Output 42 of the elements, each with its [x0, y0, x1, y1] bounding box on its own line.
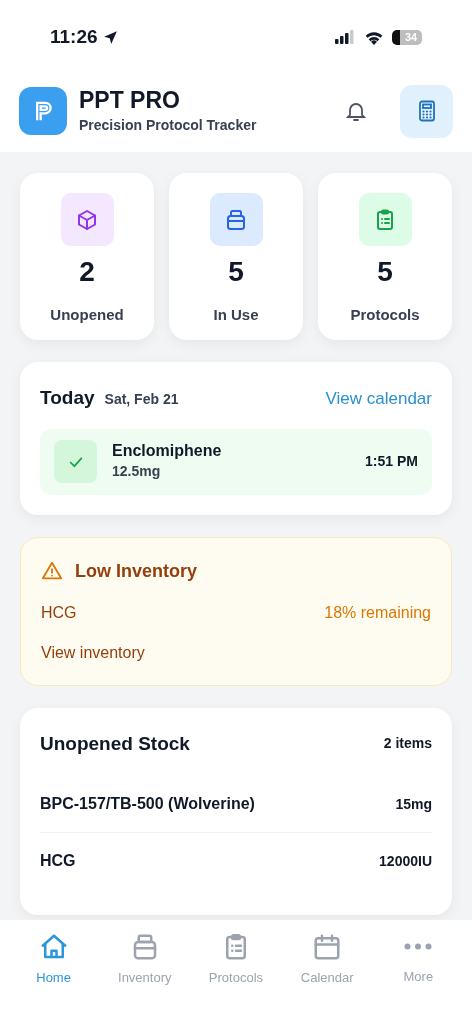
calculator-button[interactable] [400, 84, 453, 138]
stat-card[interactable]: 5 Protocols [318, 173, 452, 340]
stock-amount: 12000IU [379, 851, 432, 871]
stat-label: In Use [213, 305, 259, 325]
stock-name: HCG [40, 851, 76, 871]
stat-value: 2 [79, 258, 95, 286]
calendar-icon [312, 932, 343, 962]
taken-checkbox[interactable] [54, 440, 97, 483]
remaining-text: 18% remaining [324, 602, 431, 623]
cube-icon [75, 207, 99, 232]
wifi-icon [364, 29, 384, 45]
dose-name: Enclomiphene [112, 441, 222, 461]
jar-icon [224, 207, 248, 232]
stock-name: BPC-157/TB-500 (Wolverine) [40, 794, 255, 814]
app-title: PPT PRO [79, 86, 181, 115]
app-logo [19, 87, 67, 135]
stat-value: 5 [377, 258, 393, 286]
app-subtitle: Precision Protocol Tracker [79, 115, 258, 135]
stat-value: 5 [228, 258, 244, 286]
stock-row[interactable]: HCG 12000IU [40, 832, 432, 889]
section-title: Low Inventory [75, 559, 197, 583]
dose-row[interactable]: Enclomiphene 12.5mg 1:51 PM [40, 428, 432, 495]
item-name: HCG [41, 602, 77, 623]
item-count: 2 items [383, 734, 432, 754]
signal-icon [334, 30, 356, 44]
section-title: Today [40, 386, 95, 410]
stat-label: Unopened [50, 305, 124, 325]
stock-amount: 15mg [395, 794, 432, 814]
stat-card[interactable]: 2 Unopened [20, 173, 154, 340]
dose-time: 1:51 PM [365, 452, 418, 471]
stock-row[interactable]: BPC-157/TB-500 (Wolverine) 15mg [40, 776, 432, 832]
view-calendar-link[interactable]: View calendar [325, 386, 432, 412]
status-time: 11:26 [50, 24, 98, 49]
section-title: Unopened Stock [40, 731, 190, 756]
stat-label: Protocols [350, 305, 420, 325]
more-icon [403, 942, 434, 951]
battery-icon: 34 [392, 29, 422, 45]
view-inventory-link[interactable]: View inventory [41, 640, 145, 665]
warning-icon [41, 560, 63, 582]
stat-card[interactable]: 5 In Use [169, 173, 303, 340]
dose-amount: 12.5mg [112, 462, 162, 481]
today-date: Sat, Feb 21 [104, 390, 179, 409]
